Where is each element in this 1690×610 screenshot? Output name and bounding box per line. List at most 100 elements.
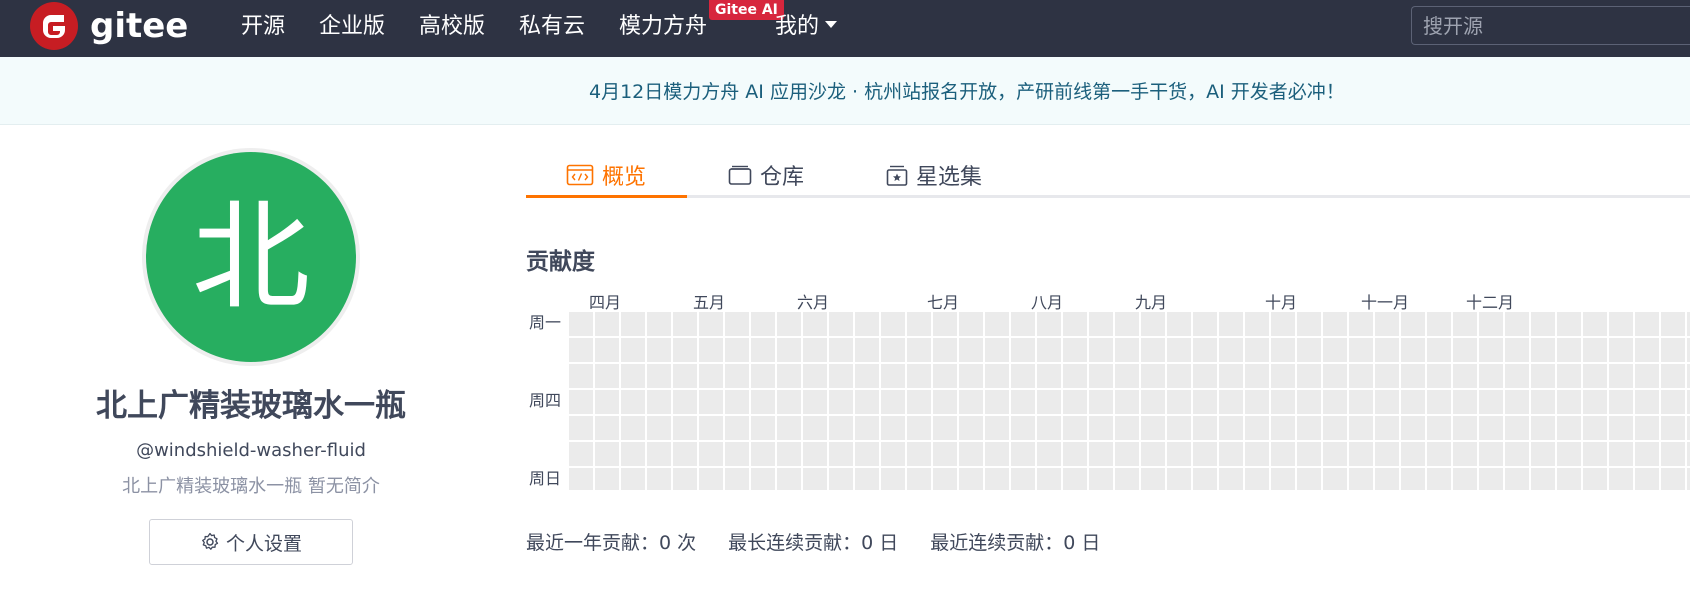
contribution-cell[interactable] [1609,442,1633,466]
contribution-cell[interactable] [595,416,619,440]
contribution-cell[interactable] [725,364,749,388]
contribution-cell[interactable] [1011,468,1035,490]
contribution-cell[interactable] [1141,338,1165,362]
announcement-link[interactable]: 4月12日模力方舟 AI 应用沙龙 · 杭州站报名开放，产研前线第一手干货，AI… [589,80,1345,104]
contribution-cell[interactable] [985,364,1009,388]
contribution-cell[interactable] [1453,364,1477,388]
contribution-cell[interactable] [1297,468,1321,490]
contribution-cell[interactable] [855,312,879,336]
contribution-cell[interactable] [933,312,957,336]
contribution-cell[interactable] [959,338,983,362]
contribution-cell[interactable] [1349,416,1373,440]
contribution-cell[interactable] [1141,364,1165,388]
contribution-cell[interactable] [1583,338,1607,362]
contribution-cell[interactable] [595,338,619,362]
contribution-cell[interactable] [855,416,879,440]
contribution-cell[interactable] [1167,338,1191,362]
contribution-cell[interactable] [959,468,983,490]
contribution-cell[interactable] [699,390,723,414]
contribution-cell[interactable] [881,338,905,362]
contribution-cell[interactable] [1271,364,1295,388]
contribution-cell[interactable] [751,338,775,362]
contribution-cell[interactable] [803,468,827,490]
contribution-cell[interactable] [1635,312,1659,336]
contribution-cell[interactable] [699,312,723,336]
contribution-cell[interactable] [985,312,1009,336]
contribution-cell[interactable] [699,468,723,490]
contribution-cell[interactable] [1401,364,1425,388]
contribution-cell[interactable] [1427,468,1451,490]
contribution-cell[interactable] [1219,468,1243,490]
contribution-cell[interactable] [829,338,853,362]
contribution-cell[interactable] [1479,390,1503,414]
contribution-cell[interactable] [907,390,931,414]
nav-private-cloud[interactable]: 私有云 [519,12,585,42]
contribution-cell[interactable] [1505,364,1529,388]
contribution-cell[interactable] [1011,312,1035,336]
contribution-cell[interactable] [907,312,931,336]
contribution-cell[interactable] [1349,364,1373,388]
contribution-cell[interactable] [855,338,879,362]
contribution-cell[interactable] [673,364,697,388]
contribution-cell[interactable] [1557,468,1581,490]
contribution-cell[interactable] [1089,468,1113,490]
contribution-cell[interactable] [881,468,905,490]
contribution-cell[interactable] [1531,416,1555,440]
contribution-cell[interactable] [725,416,749,440]
contribution-cell[interactable] [1375,364,1399,388]
contribution-cell[interactable] [1479,312,1503,336]
contribution-cell[interactable] [1219,390,1243,414]
contribution-cell[interactable] [1661,468,1685,490]
contribution-cell[interactable] [1063,364,1087,388]
contribution-cell[interactable] [777,416,801,440]
contribution-cell[interactable] [1245,364,1269,388]
contribution-cell[interactable] [1661,442,1685,466]
contribution-cell[interactable] [751,468,775,490]
contribution-cell[interactable] [1479,468,1503,490]
contribution-cell[interactable] [1297,312,1321,336]
contribution-cell[interactable] [621,390,645,414]
contribution-cell[interactable] [699,442,723,466]
contribution-cell[interactable] [1479,416,1503,440]
contribution-cell[interactable] [1531,442,1555,466]
contribution-cell[interactable] [1635,442,1659,466]
contribution-cell[interactable] [1375,312,1399,336]
contribution-cell[interactable] [1115,442,1139,466]
contribution-cell[interactable] [1609,364,1633,388]
contribution-cell[interactable] [1609,416,1633,440]
contribution-cell[interactable] [933,338,957,362]
search-input[interactable] [1412,7,1690,44]
contribution-cell[interactable] [777,364,801,388]
contribution-cell[interactable] [1661,416,1685,440]
contribution-cell[interactable] [1115,390,1139,414]
contribution-cell[interactable] [751,442,775,466]
contribution-cell[interactable] [1167,442,1191,466]
contribution-cell[interactable] [1323,364,1347,388]
contribution-cell[interactable] [1401,338,1425,362]
contribution-cell[interactable] [1479,338,1503,362]
contribution-cell[interactable] [1323,338,1347,362]
contribution-cell[interactable] [803,442,827,466]
contribution-cell[interactable] [1401,416,1425,440]
contribution-cell[interactable] [1037,468,1061,490]
contribution-cell[interactable] [829,442,853,466]
contribution-cell[interactable] [1557,338,1581,362]
contribution-cell[interactable] [985,390,1009,414]
contribution-cell[interactable] [959,442,983,466]
contribution-cell[interactable] [1557,312,1581,336]
contribution-cell[interactable] [1297,338,1321,362]
contribution-cell[interactable] [1245,468,1269,490]
contribution-cell[interactable] [933,390,957,414]
contribution-cell[interactable] [1557,390,1581,414]
contribution-cell[interactable] [1037,416,1061,440]
contribution-cell[interactable] [1583,416,1607,440]
gitee-logo[interactable]: gitee [30,2,188,50]
contribution-cell[interactable] [777,390,801,414]
nav-open-source[interactable]: 开源 [241,12,285,42]
contribution-cell[interactable] [1245,390,1269,414]
contribution-cell[interactable] [1193,312,1217,336]
nav-moli-fangzhou[interactable]: 模力方舟 [619,12,707,42]
contribution-cell[interactable] [1271,416,1295,440]
contribution-cell[interactable] [1297,416,1321,440]
contribution-cell[interactable] [803,416,827,440]
